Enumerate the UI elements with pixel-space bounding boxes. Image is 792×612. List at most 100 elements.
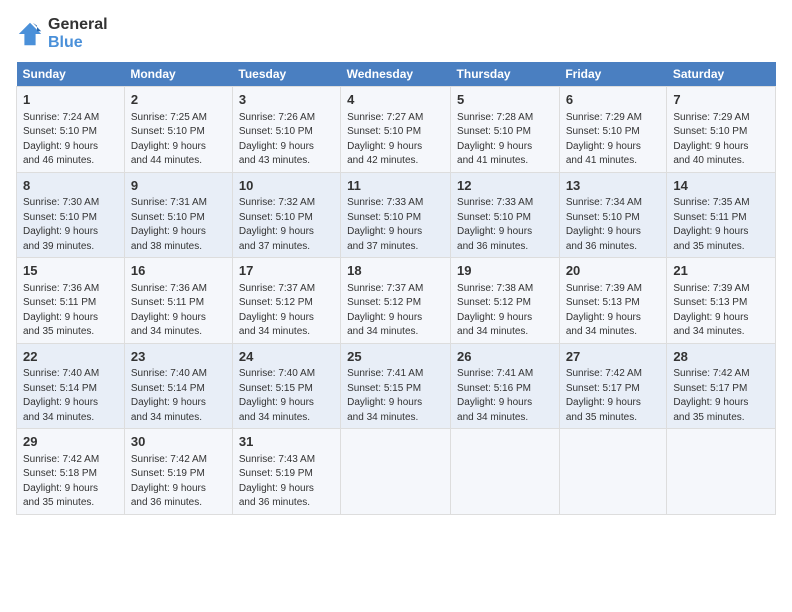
day-info: Sunrise: 7:37 AM Sunset: 5:12 PM Dayligh…: [239, 283, 315, 338]
day-cell: 27 Sunrise: 7:42 AM Sunset: 5:17 PM Dayli…: [559, 343, 667, 429]
day-cell: 22 Sunrise: 7:40 AM Sunset: 5:14 PM Dayli…: [17, 343, 125, 429]
day-number: 1: [23, 91, 118, 109]
day-cell: 14 Sunrise: 7:35 AM Sunset: 5:11 PM Dayli…: [667, 172, 776, 258]
day-cell: 24 Sunrise: 7:40 AM Sunset: 5:15 PM Dayli…: [232, 343, 340, 429]
day-number: 29: [23, 433, 118, 451]
day-cell: 17 Sunrise: 7:37 AM Sunset: 5:12 PM Dayli…: [232, 258, 340, 344]
day-number: 12: [457, 177, 553, 195]
day-cell: 15Sunrise: 7:36 AM Sunset: 5:11 PM Dayli…: [17, 258, 125, 344]
day-number: 2: [131, 91, 226, 109]
day-cell: 13 Sunrise: 7:34 AM Sunset: 5:10 PM Dayli…: [559, 172, 667, 258]
day-cell: 28 Sunrise: 7:42 AM Sunset: 5:17 PM Dayli…: [667, 343, 776, 429]
day-cell: 5 Sunrise: 7:28 AM Sunset: 5:10 PM Daylig…: [451, 87, 560, 173]
day-info: Sunrise: 7:24 AM Sunset: 5:10 PM Dayligh…: [23, 112, 99, 167]
day-cell: 25 Sunrise: 7:41 AM Sunset: 5:15 PM Dayli…: [341, 343, 451, 429]
day-info: Sunrise: 7:36 AM Sunset: 5:11 PM Dayligh…: [131, 283, 207, 338]
day-info: Sunrise: 7:40 AM Sunset: 5:14 PM Dayligh…: [131, 368, 207, 423]
page-container: General Blue SundayMondayTuesdayWednesda…: [0, 0, 792, 523]
day-info: Sunrise: 7:42 AM Sunset: 5:19 PM Dayligh…: [131, 454, 207, 509]
day-info: Sunrise: 7:33 AM Sunset: 5:10 PM Dayligh…: [347, 197, 423, 252]
week-row-1: 1 Sunrise: 7:24 AM Sunset: 5:10 PM Daylig…: [17, 87, 776, 173]
week-row-5: 29 Sunrise: 7:42 AM Sunset: 5:18 PM Dayli…: [17, 429, 776, 515]
day-cell: 9Sunrise: 7:31 AM Sunset: 5:10 PM Daylig…: [124, 172, 232, 258]
day-cell: [667, 429, 776, 515]
day-number: 7: [673, 91, 769, 109]
day-number: 30: [131, 433, 226, 451]
day-cell: 26 Sunrise: 7:41 AM Sunset: 5:16 PM Dayli…: [451, 343, 560, 429]
day-info: Sunrise: 7:32 AM Sunset: 5:10 PM Dayligh…: [239, 197, 315, 252]
day-number: 15: [23, 262, 118, 280]
day-info: Sunrise: 7:35 AM Sunset: 5:11 PM Dayligh…: [673, 197, 749, 252]
day-info: Sunrise: 7:37 AM Sunset: 5:12 PM Dayligh…: [347, 283, 423, 338]
day-cell: 19Sunrise: 7:38 AM Sunset: 5:12 PM Dayli…: [451, 258, 560, 344]
day-cell: 16 Sunrise: 7:36 AM Sunset: 5:11 PM Dayli…: [124, 258, 232, 344]
day-number: 18: [347, 262, 444, 280]
week-row-4: 22 Sunrise: 7:40 AM Sunset: 5:14 PM Dayli…: [17, 343, 776, 429]
logo-icon: [16, 20, 44, 48]
day-number: 9: [131, 177, 226, 195]
day-info: Sunrise: 7:42 AM Sunset: 5:18 PM Dayligh…: [23, 454, 99, 509]
day-cell: 29 Sunrise: 7:42 AM Sunset: 5:18 PM Dayli…: [17, 429, 125, 515]
day-info: Sunrise: 7:28 AM Sunset: 5:10 PM Dayligh…: [457, 112, 533, 167]
day-number: 21: [673, 262, 769, 280]
day-number: 11: [347, 177, 444, 195]
day-number: 22: [23, 348, 118, 366]
day-cell: 23Sunrise: 7:40 AM Sunset: 5:14 PM Dayli…: [124, 343, 232, 429]
day-info: Sunrise: 7:26 AM Sunset: 5:10 PM Dayligh…: [239, 112, 315, 167]
day-info: Sunrise: 7:38 AM Sunset: 5:12 PM Dayligh…: [457, 283, 533, 338]
calendar-table: SundayMondayTuesdayWednesdayThursdayFrid…: [16, 62, 776, 515]
day-number: 20: [566, 262, 661, 280]
day-cell: 2 Sunrise: 7:25 AM Sunset: 5:10 PM Daylig…: [124, 87, 232, 173]
day-number: 4: [347, 91, 444, 109]
day-number: 3: [239, 91, 334, 109]
day-cell: 10 Sunrise: 7:32 AM Sunset: 5:10 PM Dayli…: [232, 172, 340, 258]
day-info: Sunrise: 7:41 AM Sunset: 5:16 PM Dayligh…: [457, 368, 533, 423]
calendar-header-row: SundayMondayTuesdayWednesdayThursdayFrid…: [17, 62, 776, 87]
day-number: 10: [239, 177, 334, 195]
header-monday: Monday: [124, 62, 232, 87]
day-cell: 6Sunrise: 7:29 AM Sunset: 5:10 PM Daylig…: [559, 87, 667, 173]
day-info: Sunrise: 7:43 AM Sunset: 5:19 PM Dayligh…: [239, 454, 315, 509]
day-info: Sunrise: 7:41 AM Sunset: 5:15 PM Dayligh…: [347, 368, 423, 423]
day-number: 17: [239, 262, 334, 280]
day-number: 25: [347, 348, 444, 366]
day-cell: [451, 429, 560, 515]
day-number: 13: [566, 177, 661, 195]
header-saturday: Saturday: [667, 62, 776, 87]
day-info: Sunrise: 7:30 AM Sunset: 5:10 PM Dayligh…: [23, 197, 99, 252]
day-cell: [559, 429, 667, 515]
day-number: 27: [566, 348, 661, 366]
day-number: 16: [131, 262, 226, 280]
day-info: Sunrise: 7:42 AM Sunset: 5:17 PM Dayligh…: [566, 368, 642, 423]
day-info: Sunrise: 7:39 AM Sunset: 5:13 PM Dayligh…: [566, 283, 642, 338]
day-number: 31: [239, 433, 334, 451]
day-info: Sunrise: 7:42 AM Sunset: 5:17 PM Dayligh…: [673, 368, 749, 423]
day-info: Sunrise: 7:40 AM Sunset: 5:15 PM Dayligh…: [239, 368, 315, 423]
day-number: 8: [23, 177, 118, 195]
logo-text: General Blue: [48, 16, 108, 52]
day-info: Sunrise: 7:40 AM Sunset: 5:14 PM Dayligh…: [23, 368, 99, 423]
week-row-3: 15 Sunrise: 7:36 AM Sunset: 5:11 PM Dayli…: [17, 258, 776, 344]
day-number: 26: [457, 348, 553, 366]
day-cell: 31 Sunrise: 7:43 AM Sunset: 5:19 PM Dayli…: [232, 429, 340, 515]
day-cell: 4Sunrise: 7:27 AM Sunset: 5:10 PM Daylig…: [341, 87, 451, 173]
day-info: Sunrise: 7:29 AM Sunset: 5:10 PM Dayligh…: [673, 112, 749, 167]
week-row-2: 8 Sunrise: 7:30 AM Sunset: 5:10 PM Daylig…: [17, 172, 776, 258]
day-number: 28: [673, 348, 769, 366]
day-cell: 8 Sunrise: 7:30 AM Sunset: 5:10 PM Daylig…: [17, 172, 125, 258]
day-info: Sunrise: 7:34 AM Sunset: 5:10 PM Dayligh…: [566, 197, 642, 252]
day-info: Sunrise: 7:25 AM Sunset: 5:10 PM Dayligh…: [131, 112, 207, 167]
day-cell: 18 Sunrise: 7:37 AM Sunset: 5:12 PM Dayli…: [341, 258, 451, 344]
header-sunday: Sunday: [17, 62, 125, 87]
page-header: General Blue: [16, 16, 776, 52]
day-cell: 11 Sunrise: 7:33 AM Sunset: 5:10 PM Dayli…: [341, 172, 451, 258]
header-tuesday: Tuesday: [232, 62, 340, 87]
day-number: 5: [457, 91, 553, 109]
day-cell: 7 Sunrise: 7:29 AM Sunset: 5:10 PM Daylig…: [667, 87, 776, 173]
day-cell: [341, 429, 451, 515]
day-info: Sunrise: 7:39 AM Sunset: 5:13 PM Dayligh…: [673, 283, 749, 338]
day-number: 24: [239, 348, 334, 366]
day-number: 14: [673, 177, 769, 195]
day-info: Sunrise: 7:29 AM Sunset: 5:10 PM Dayligh…: [566, 112, 642, 167]
day-cell: 30 Sunrise: 7:42 AM Sunset: 5:19 PM Dayli…: [124, 429, 232, 515]
